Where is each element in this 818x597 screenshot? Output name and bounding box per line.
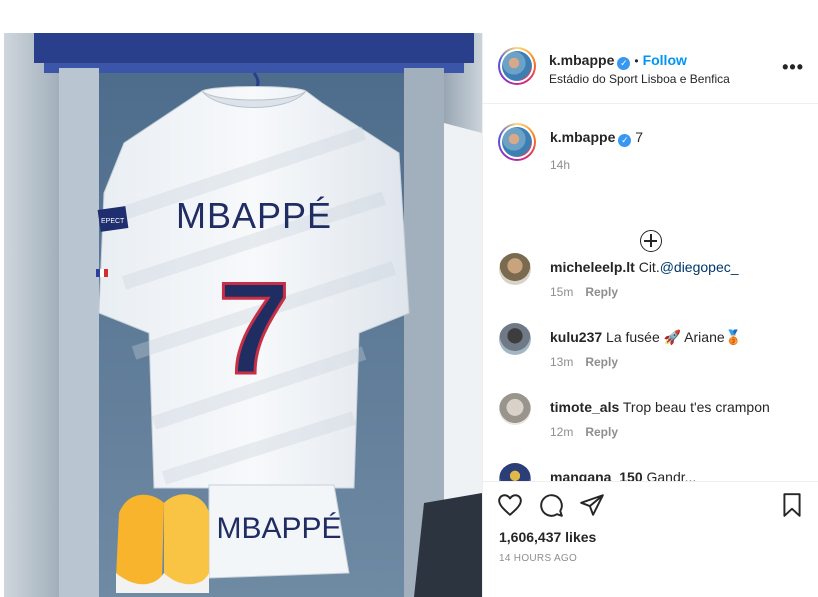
comment-text: timote_als Trop beau t'es crampon (550, 399, 770, 415)
jersey-photo-illustration: EPECT MBAPPÉ 7 MBAPPÉ (4, 33, 482, 597)
likes-count[interactable]: 1,606,437 likes (499, 529, 596, 545)
post-actions: 1,606,437 likes 14 HOURS AGO (483, 481, 818, 597)
comment-text: micheleelp.lt Cit.@diegopec_ (550, 259, 739, 275)
share-icon[interactable] (579, 492, 605, 518)
comment-time[interactable]: 13m (550, 355, 573, 369)
shorts-name: MBAPPÉ (216, 512, 341, 545)
caption-username[interactable]: k.mbappe (550, 129, 615, 145)
comment-body: La fusée 🚀 Ariane🥉 (606, 329, 743, 345)
post-header: k.mbappe ✓ • Follow Estádio do Sport Lisboa… (483, 33, 818, 104)
comment-avatar[interactable] (499, 323, 531, 355)
comment-text: mangana_150 Gandr... (550, 469, 696, 481)
comment-username[interactable]: mangana_150 (550, 469, 643, 481)
jersey-name: MBAPPÉ (176, 195, 332, 236)
header-separator: • (634, 54, 639, 68)
comment-username[interactable]: timote_als (550, 399, 619, 415)
jersey-number: 7 (218, 255, 290, 401)
author-avatar[interactable] (498, 47, 536, 85)
follow-button[interactable]: Follow (643, 52, 687, 68)
add-comment-icon[interactable] (640, 230, 662, 252)
comment-avatar[interactable] (499, 463, 531, 481)
posted-time[interactable]: 14 HOURS AGO (499, 553, 577, 564)
reply-button[interactable]: Reply (585, 425, 618, 439)
bookmark-icon[interactable] (779, 492, 805, 518)
caption-time[interactable]: 14h (550, 158, 570, 172)
comment-time[interactable]: 15m (550, 285, 573, 299)
comment-body: Gandr... (646, 469, 697, 481)
sleeve-patch-text: EPECT (101, 218, 125, 225)
comment-icon[interactable] (538, 492, 564, 518)
verified-icon: ✓ (617, 57, 631, 70)
comment-text: kulu237 La fusée 🚀 Ariane🥉 (550, 329, 742, 346)
comment-meta: 12m Reply (550, 425, 618, 439)
comment-body: Cit. (638, 259, 660, 275)
reply-button[interactable]: Reply (585, 355, 618, 369)
post-modal: EPECT MBAPPÉ 7 MBAPPÉ k.mbappe ✓ • Follo… (4, 33, 818, 597)
heart-icon[interactable] (497, 492, 523, 518)
post-location[interactable]: Estádio do Sport Lisboa e Benfica (549, 72, 730, 86)
comments-list[interactable]: k.mbappe ✓ 7 14h micheleelp.lt Cit.@diego… (483, 105, 818, 481)
comment-avatar[interactable] (499, 253, 531, 285)
caption-text: 7 (635, 129, 644, 145)
comment-avatar[interactable] (499, 393, 531, 425)
comment-username[interactable]: micheleelp.lt (550, 259, 635, 275)
post-sidebar: k.mbappe ✓ • Follow Estádio do Sport Lisboa… (482, 33, 818, 597)
caption-avatar[interactable] (498, 123, 536, 161)
more-options-icon[interactable]: ••• (782, 57, 804, 78)
comment-username[interactable]: kulu237 (550, 329, 602, 345)
author-username[interactable]: k.mbappe (549, 52, 614, 68)
reply-button[interactable]: Reply (585, 285, 618, 299)
caption: k.mbappe ✓ 7 (550, 129, 643, 147)
comment-meta: 15m Reply (550, 285, 618, 299)
comment-mention[interactable]: @diegopec_ (660, 259, 739, 275)
post-photo[interactable]: EPECT MBAPPÉ 7 MBAPPÉ (4, 33, 482, 597)
verified-icon: ✓ (618, 134, 632, 147)
comment-meta: 13m Reply (550, 355, 618, 369)
comment-body: Trop beau t'es crampon (622, 399, 770, 415)
comment-time[interactable]: 12m (550, 425, 573, 439)
top-bar (0, 0, 818, 33)
